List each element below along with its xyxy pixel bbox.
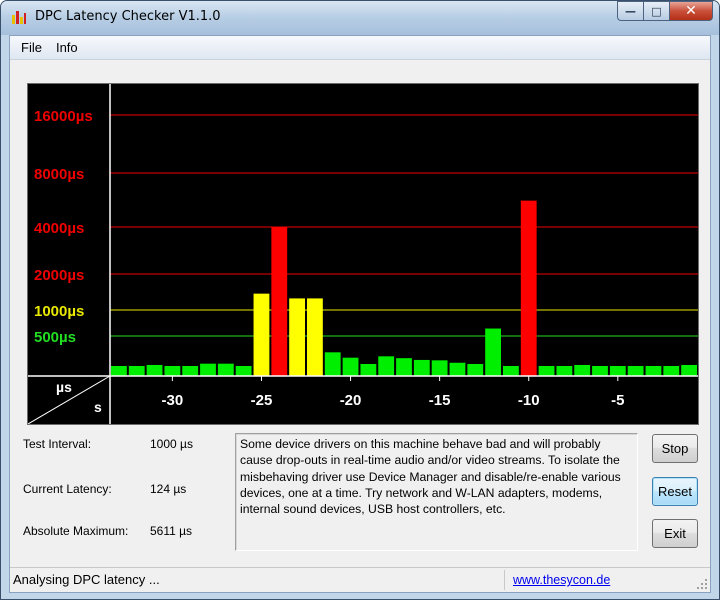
bar xyxy=(324,352,341,376)
bar xyxy=(503,366,519,376)
x-tick-label: -10 xyxy=(518,392,540,409)
bar xyxy=(556,366,573,376)
driver-message: Some device drivers on this machine beha… xyxy=(235,433,638,551)
client-area: File Info 500µs 1000µs 2000µs 4000µs 8000µs 1… xyxy=(9,35,711,593)
bar xyxy=(128,366,145,376)
bar xyxy=(431,360,448,376)
latency-chart: 500µs 1000µs 2000µs 4000µs 8000µs 16000µs -30 -… xyxy=(27,83,699,425)
bar xyxy=(449,362,466,376)
y-tick-label: 4000µs xyxy=(34,220,84,237)
close-button[interactable]: ✕ xyxy=(669,1,713,21)
bar xyxy=(200,363,216,376)
close-icon: ✕ xyxy=(685,3,697,19)
app-icon xyxy=(12,11,26,24)
y-tick-label: 2000µs xyxy=(34,267,84,284)
test-interval-value: 1000 µs xyxy=(150,437,193,451)
maximize-button[interactable]: □ xyxy=(643,1,669,21)
latency-chart-svg: 500µs 1000µs 2000µs 4000µs 8000µs 16000µs -30 -… xyxy=(28,84,698,424)
bar xyxy=(592,366,608,376)
minimize-button[interactable]: — xyxy=(617,1,643,21)
x-tick-label: -20 xyxy=(340,392,362,409)
exit-button[interactable]: Exit xyxy=(652,519,698,548)
bar xyxy=(182,366,199,376)
bar xyxy=(360,363,377,376)
resize-grip-icon[interactable] xyxy=(696,578,708,590)
website-link[interactable]: www.thesycon.de xyxy=(510,570,690,590)
bar xyxy=(111,366,127,376)
caption-buttons: — □ ✕ xyxy=(617,1,713,21)
maximize-icon: □ xyxy=(651,4,662,18)
bar xyxy=(538,366,555,376)
bar xyxy=(146,364,163,376)
title-bar[interactable]: DPC Latency Checker V1.1.0 — □ ✕ xyxy=(1,1,719,35)
test-interval-label: Test Interval: xyxy=(23,437,92,451)
absolute-maximum-label: Absolute Maximum: xyxy=(23,524,129,538)
y-tick-label: 500µs xyxy=(34,329,76,346)
bar xyxy=(609,366,626,376)
y-tick-label: 16000µs xyxy=(34,108,93,125)
bar xyxy=(289,298,305,376)
bar xyxy=(627,366,644,376)
bar xyxy=(164,366,181,376)
bar xyxy=(467,363,484,376)
absolute-maximum-value: 5611 µs xyxy=(150,524,193,538)
bar xyxy=(663,366,680,376)
y-tick-label: 8000µs xyxy=(34,166,84,183)
app-window: DPC Latency Checker V1.1.0 — □ ✕ File In… xyxy=(0,0,720,600)
y-tick-label: 1000µs xyxy=(34,303,84,320)
x-tick-label: -15 xyxy=(429,392,451,409)
bar xyxy=(681,364,697,376)
menu-file[interactable]: File xyxy=(14,40,49,55)
bar xyxy=(342,357,359,376)
bar xyxy=(307,298,323,376)
reset-button[interactable]: Reset xyxy=(652,477,698,506)
x-tick-label: -30 xyxy=(162,392,184,409)
bar xyxy=(485,328,501,376)
x-axis-unit-label: s xyxy=(94,399,102,415)
bar xyxy=(217,363,234,376)
x-tick-label: -25 xyxy=(251,392,273,409)
bar xyxy=(645,366,662,376)
bar xyxy=(271,227,288,376)
stop-button[interactable]: Stop xyxy=(652,434,698,463)
bar xyxy=(253,293,270,376)
current-latency-value: 124 µs xyxy=(150,482,187,496)
x-tick-label: -5 xyxy=(611,392,624,409)
window-title: DPC Latency Checker V1.1.0 xyxy=(35,9,221,24)
status-text: Analysing DPC latency ... xyxy=(10,570,505,590)
bar xyxy=(235,366,252,376)
minimize-icon: — xyxy=(625,4,636,18)
bar xyxy=(378,356,395,376)
bar xyxy=(413,359,430,376)
y-axis-unit-label: µs xyxy=(56,379,72,395)
status-bar: Analysing DPC latency ... www.thesycon.d… xyxy=(10,567,710,592)
bar xyxy=(574,364,591,376)
bar xyxy=(396,358,412,376)
menu-info[interactable]: Info xyxy=(49,40,85,55)
bar xyxy=(520,200,537,376)
current-latency-label: Current Latency: xyxy=(23,482,112,496)
menu-bar: File Info xyxy=(10,36,710,60)
